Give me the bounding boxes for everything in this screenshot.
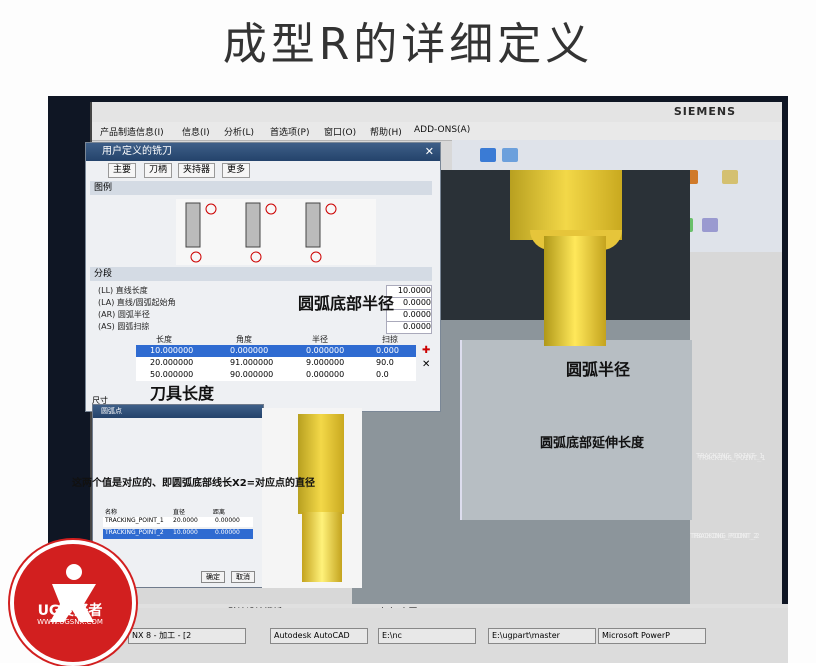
- delete-row-icon[interactable]: ✕: [422, 359, 430, 370]
- table-row[interactable]: TRACKING_POINT_1 20.0000 0.00000: [103, 517, 253, 527]
- cell-angle: 90.000000: [230, 370, 274, 379]
- dialog-title: 用户定义的铣刀 ✕: [86, 143, 440, 161]
- param-ar-label: (AR) 圆弧半径: [98, 310, 150, 319]
- annotation-tool-length: 刀具长度: [150, 384, 215, 403]
- tool-neck: [544, 236, 606, 346]
- nx-menubar: 产品制造信息(I) 信息(I) 分析(L) 首选项(P) 窗口(O) 帮助(H)…: [92, 122, 782, 141]
- cell-length: 50.000000: [150, 370, 194, 379]
- small-dialog-title-text: 圆弧点: [101, 407, 122, 415]
- toolbar-icon[interactable]: [502, 148, 518, 162]
- sd-col-dist: 距离: [213, 509, 226, 516]
- task-explorer-nc[interactable]: E:\nc: [378, 628, 476, 644]
- segments-section-label: 分段: [94, 269, 113, 279]
- task-explorer-ugpart[interactable]: E:\ugpart\master: [488, 628, 596, 644]
- taskbar: NX 8 - 加工 - [2 Autodesk AutoCAD E:\nc E:…: [48, 608, 788, 663]
- sd-col-name: 名称: [105, 509, 118, 516]
- tracking-point-1-label: TRACKING_POINT_1: [696, 452, 764, 460]
- tab-holder[interactable]: 夹持器: [178, 163, 216, 178]
- cell-length: 20.000000: [150, 358, 194, 367]
- annotation-arc-radius: 圆弧半径: [566, 360, 631, 379]
- table-row[interactable]: 10.000000 0.000000 0.000000 0.000: [136, 345, 416, 357]
- legend-section-label: 图例: [94, 183, 113, 193]
- sd-cell-dist: 0.00000: [215, 529, 240, 536]
- param-ll-label: (LL) 直线长度: [98, 286, 148, 295]
- slide-title: 成型R的详细定义: [222, 19, 594, 70]
- cell-radius: 0.000000: [306, 370, 345, 379]
- tracking-point-2-label: TRACKING_POINT_2: [690, 532, 758, 540]
- tab-main[interactable]: 主要: [108, 163, 137, 178]
- dialog-title-text: 用户定义的铣刀: [102, 146, 172, 157]
- tool-shank-small: [298, 414, 344, 514]
- menu-info[interactable]: 信息(I): [182, 125, 210, 138]
- table-row[interactable]: TRACKING_POINT_2 10.0000 0.00000: [103, 529, 253, 539]
- segments-section-header[interactable]: 分段: [90, 267, 432, 281]
- cell-sweep: 90.0: [376, 358, 394, 367]
- logo-url: WWW.UGSNX.COM: [37, 618, 103, 626]
- user-defined-mill-dialog: 用户定义的铣刀 ✕ 主要 刀柄 夹持器 更多 图例 分段 (LL) 直线长度 1…: [85, 142, 441, 412]
- cell-radius: 0.000000: [306, 346, 345, 355]
- close-icon[interactable]: ✕: [425, 143, 434, 161]
- col-length: 长度: [156, 335, 172, 344]
- small-viewport: [262, 408, 362, 588]
- cell-sweep: 0.000: [376, 346, 399, 355]
- cell-radius: 9.000000: [306, 358, 345, 367]
- param-la-label: (LA) 直线/圆弧起始角: [98, 298, 176, 307]
- sd-col-diam: 直径: [173, 509, 186, 516]
- add-row-icon[interactable]: ✚: [422, 345, 430, 356]
- annotation-arc-bottom-extension: 圆弧底部延伸长度: [540, 436, 645, 451]
- toolbar-icon[interactable]: [702, 218, 718, 232]
- menu-window[interactable]: 窗口(O): [324, 125, 356, 138]
- sd-cell-name: TRACKING_POINT_2: [105, 529, 164, 536]
- cell-length: 10.000000: [150, 346, 194, 355]
- tab-more[interactable]: 更多: [222, 163, 251, 178]
- col-radius: 半径: [312, 335, 328, 344]
- param-as-label: (AS) 圆弧扫掠: [98, 322, 150, 331]
- toolbar-icon[interactable]: [480, 148, 496, 162]
- tab-shank[interactable]: 刀柄: [144, 163, 173, 178]
- cell-angle: 0.000000: [230, 346, 269, 355]
- menu-addons[interactable]: ADD-ONS(A): [414, 125, 470, 135]
- logo-text: UG爱好者: [37, 603, 103, 619]
- siemens-brand: SIEMENS: [673, 105, 736, 118]
- tool-neck-small: [302, 512, 342, 582]
- nx-titlebar: SIEMENS: [92, 102, 782, 122]
- cell-angle: 91.000000: [230, 358, 274, 367]
- sd-cell-dist: 0.00000: [215, 517, 240, 524]
- annotation-note: 这两个值是对应的、即圆弧底部线长X2=对应点的直径: [72, 478, 316, 489]
- menu-pmi[interactable]: 产品制造信息(I): [100, 125, 164, 138]
- sd-cell-diam: 10.0000: [173, 529, 198, 536]
- task-autocad[interactable]: Autodesk AutoCAD: [270, 628, 368, 644]
- col-angle: 角度: [236, 335, 252, 344]
- param-as-value[interactable]: 0.0000: [386, 321, 432, 334]
- legend-section-header[interactable]: 图例: [90, 181, 432, 195]
- col-sweep: 扫掠: [382, 335, 398, 344]
- task-nx[interactable]: NX 8 - 加工 - [2: [128, 628, 246, 644]
- table-row[interactable]: 20.000000 91.000000 9.000000 90.0: [136, 357, 416, 369]
- tool-legend-svg: [185, 202, 337, 263]
- cancel-button[interactable]: 取消: [231, 571, 255, 583]
- menu-analysis[interactable]: 分析(L): [224, 125, 254, 138]
- small-dialog-title: 圆弧点: [93, 405, 263, 418]
- ok-button[interactable]: 确定: [201, 571, 225, 583]
- annotation-arc-bottom-radius: 圆弧底部半径: [298, 294, 395, 313]
- legend-diagram: [176, 199, 376, 265]
- menu-help[interactable]: 帮助(H): [370, 125, 402, 138]
- cell-sweep: 0.0: [376, 370, 389, 379]
- task-powerpoint[interactable]: Microsoft PowerP: [598, 628, 706, 644]
- sd-cell-name: TRACKING_POINT_1: [105, 517, 164, 524]
- sd-cell-diam: 20.0000: [173, 517, 198, 524]
- toolbar-icon[interactable]: [722, 170, 738, 184]
- menu-preferences[interactable]: 首选项(P): [270, 125, 309, 138]
